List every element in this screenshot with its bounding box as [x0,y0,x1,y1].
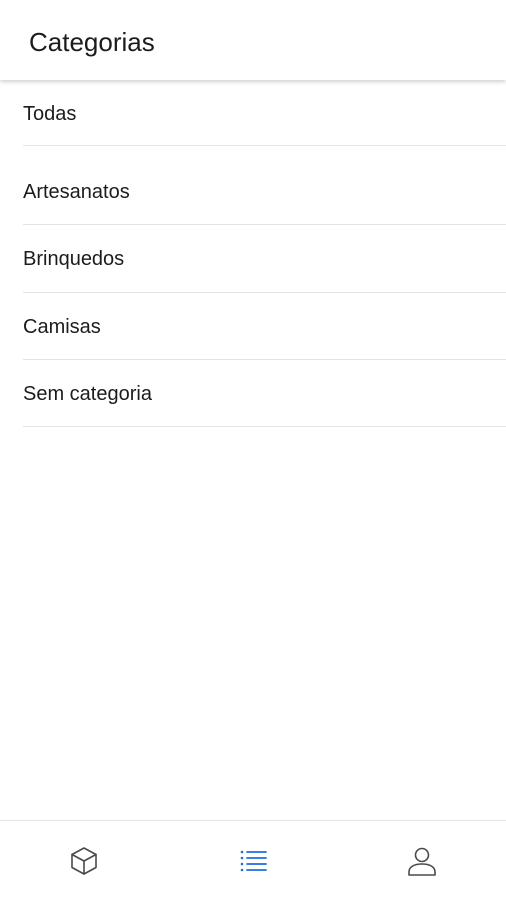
category-item-artesanatos[interactable]: Artesanatos [23,146,506,225]
category-label: Todas [23,103,77,125]
tab-products[interactable] [0,821,168,901]
page-title: Categorias [29,27,155,57]
tab-categories[interactable] [169,821,337,901]
category-label: Camisas [23,316,101,338]
category-label: Sem categoria [23,383,152,405]
category-item-camisas[interactable]: Camisas [23,293,506,360]
category-item-sem-categoria[interactable]: Sem categoria [23,360,506,427]
bottom-tab-bar [0,820,506,900]
category-label: Artesanatos [23,181,130,203]
category-label: Brinquedos [23,248,125,270]
category-item-todas[interactable]: Todas [23,80,506,146]
tab-profile[interactable] [338,821,506,901]
category-item-brinquedos[interactable]: Brinquedos [23,225,506,293]
box-icon [71,847,97,875]
app-header: Categorias [0,0,506,80]
list-icon [240,850,267,872]
user-icon [408,847,436,876]
